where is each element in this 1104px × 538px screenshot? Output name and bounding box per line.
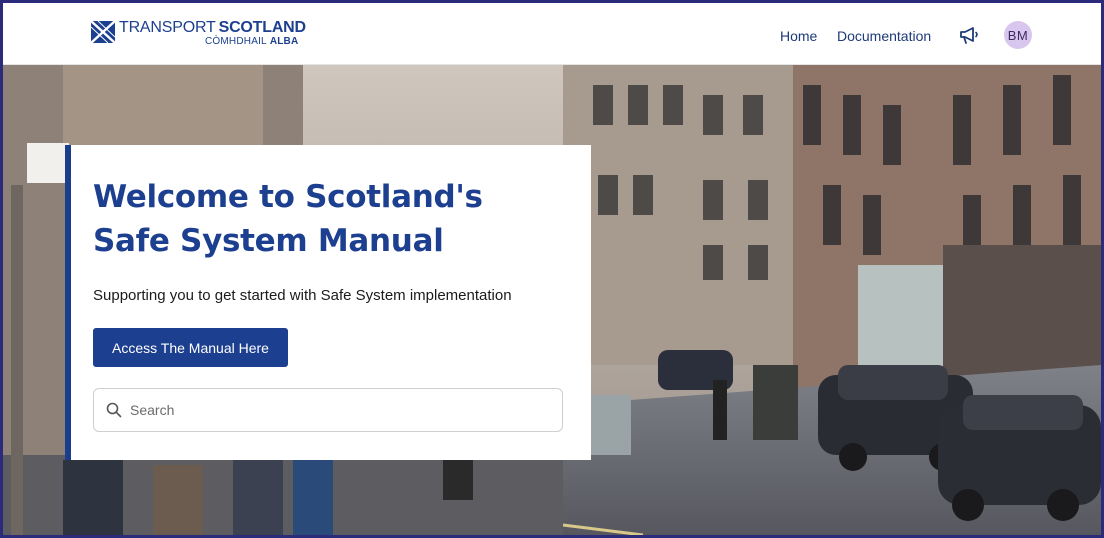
megaphone-icon[interactable] xyxy=(958,25,980,45)
user-avatar[interactable]: BM xyxy=(1004,21,1032,49)
page-subtitle: Supporting you to get started with Safe … xyxy=(93,287,512,304)
search-icon xyxy=(106,402,122,418)
page-title: Welcome to Scotland's Safe System Manual xyxy=(93,179,483,259)
browser-frame: TRANSPORT SCOTLAND CÒMHDHAIL ALBA Home Doc… xyxy=(0,0,1104,538)
logo-word-scotland: SCOTLAND xyxy=(218,19,306,36)
logo-word-comhdhail: CÒMHDHAIL xyxy=(205,36,267,47)
search-input[interactable] xyxy=(130,395,550,425)
logo-wordmark: TRANSPORT SCOTLAND CÒMHDHAIL ALBA xyxy=(119,19,319,49)
logo-word-alba: ALBA xyxy=(269,36,299,47)
logo-line-english: TRANSPORT SCOTLAND xyxy=(119,19,306,37)
saltire-logo-icon xyxy=(91,21,115,43)
hero-section: Welcome to Scotland's Safe System Manual… xyxy=(3,65,1101,535)
access-manual-button[interactable]: Access The Manual Here xyxy=(93,328,288,367)
site-header: TRANSPORT SCOTLAND CÒMHDHAIL ALBA Home Doc… xyxy=(3,3,1101,65)
logo-word-transport: TRANSPORT xyxy=(119,19,216,36)
nav-home-link[interactable]: Home xyxy=(780,28,817,44)
transport-scotland-logo[interactable]: TRANSPORT SCOTLAND CÒMHDHAIL ALBA xyxy=(91,19,319,49)
search-box[interactable] xyxy=(93,388,563,432)
logo-line-gaelic: CÒMHDHAIL ALBA xyxy=(205,36,298,47)
welcome-card: Welcome to Scotland's Safe System Manual… xyxy=(71,145,591,460)
nav-documentation-link[interactable]: Documentation xyxy=(837,28,931,44)
